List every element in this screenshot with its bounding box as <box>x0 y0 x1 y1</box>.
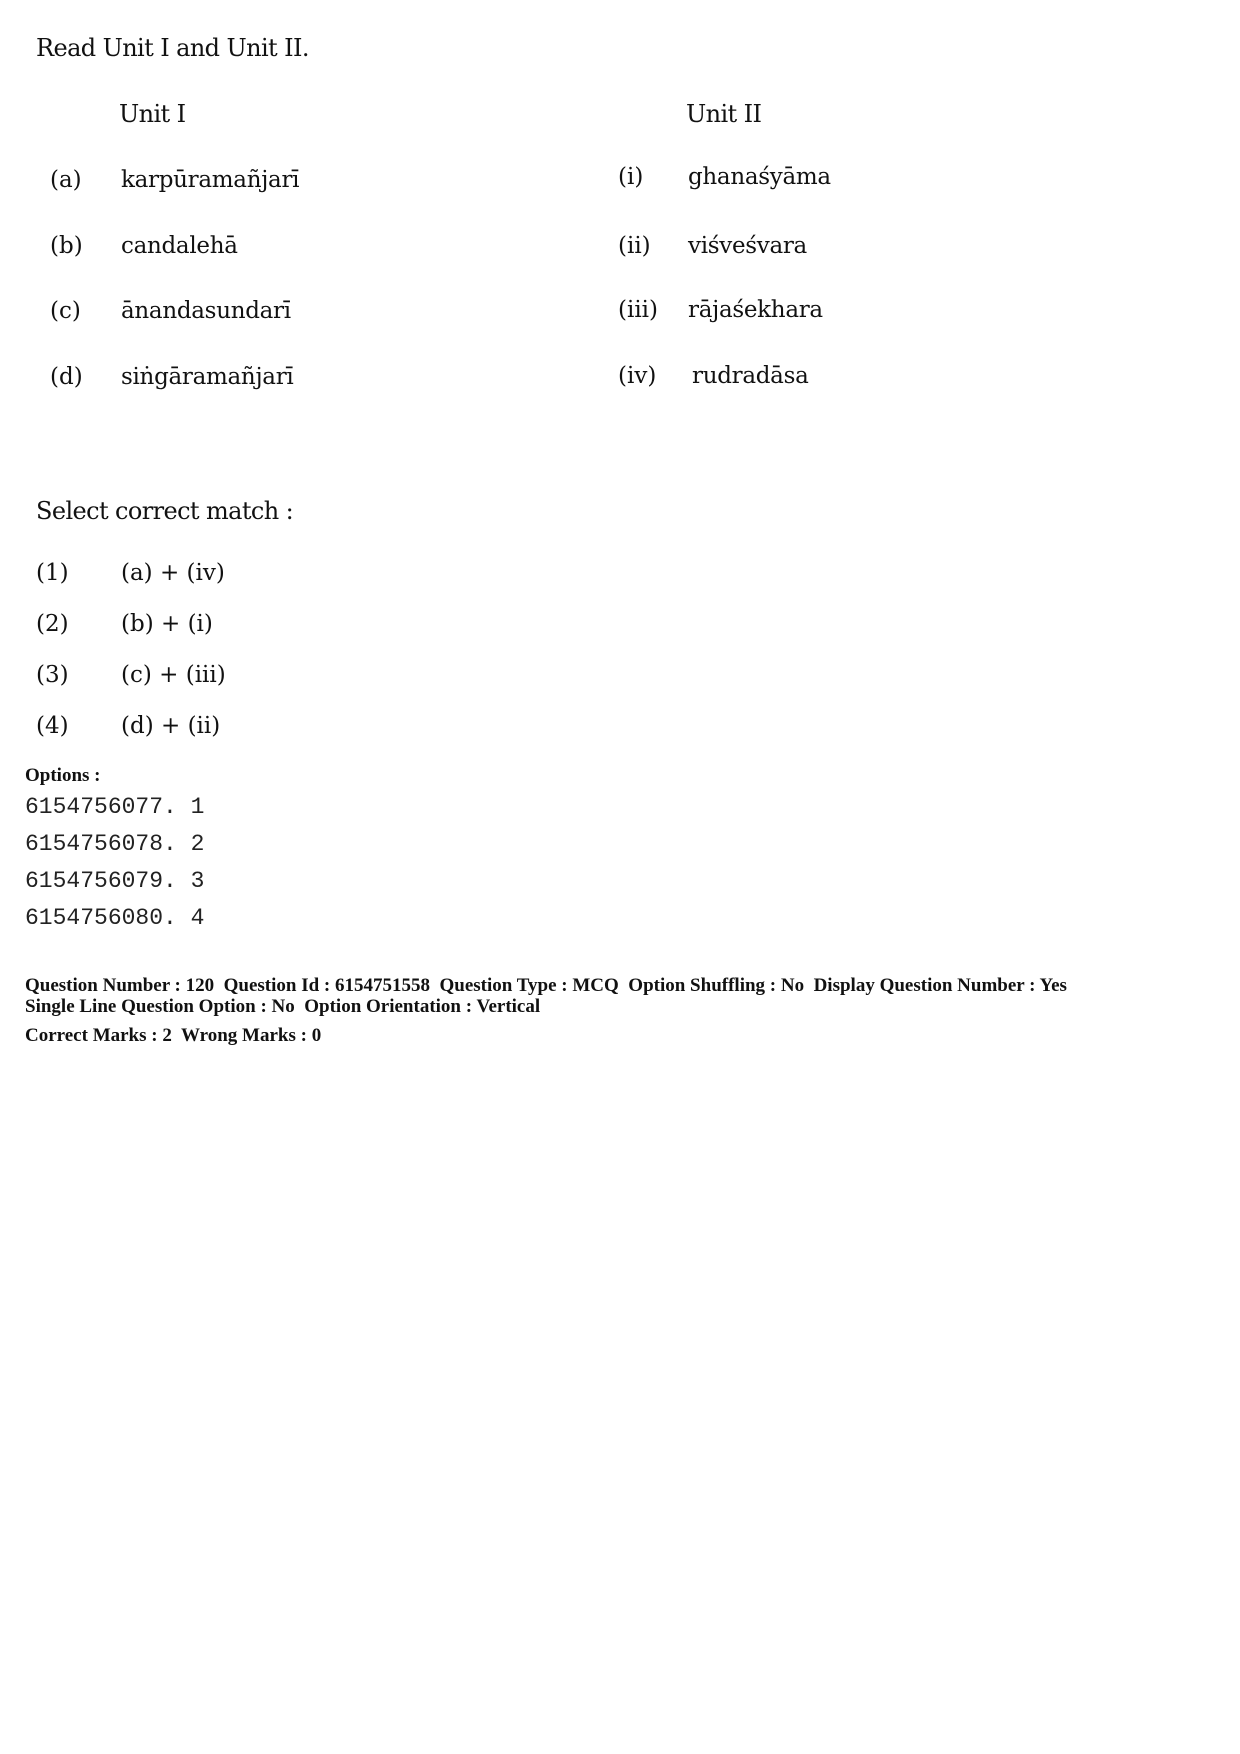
choice-label: (1) <box>36 560 69 586</box>
item-text: ghanaśyāma <box>688 164 831 190</box>
select-prompt: Select correct match : <box>36 497 294 525</box>
item-text: viśveśvara <box>688 233 807 259</box>
option-item: 6154756078. 2 <box>25 831 205 857</box>
option-item: 6154756079. 3 <box>25 868 205 894</box>
item-text: candalehā <box>121 233 238 259</box>
choice-text: (b) + (i) <box>121 611 213 637</box>
item-text: siṅgāramañjarī <box>121 364 294 390</box>
unit1-heading: Unit I <box>119 100 186 128</box>
choice-label: (3) <box>36 662 69 688</box>
options-heading: Options : <box>25 765 101 786</box>
unit2-heading: Unit II <box>686 100 762 128</box>
metadata-line-1: Question Number : 120 Question Id : 6154… <box>25 975 1067 996</box>
choice-label: (4) <box>36 713 69 739</box>
item-text: ānandasundarī <box>121 298 291 324</box>
item-label: (a) <box>50 167 82 193</box>
item-text: rudradāsa <box>692 363 809 389</box>
question-intro: Read Unit I and Unit II. <box>36 34 310 62</box>
item-label: (iv) <box>618 363 657 389</box>
choice-text: (d) + (ii) <box>121 713 221 739</box>
choice-text: (a) + (iv) <box>121 560 225 586</box>
option-item: 6154756077. 1 <box>25 794 205 820</box>
metadata-line-3: Correct Marks : 2 Wrong Marks : 0 <box>25 1025 322 1046</box>
item-label: (d) <box>50 364 83 390</box>
item-label: (i) <box>618 164 644 190</box>
item-label: (iii) <box>618 297 659 323</box>
choice-text: (c) + (iii) <box>121 662 226 688</box>
item-label: (c) <box>50 298 81 324</box>
choice-label: (2) <box>36 611 69 637</box>
item-text: rājaśekhara <box>688 297 823 323</box>
option-item: 6154756080. 4 <box>25 905 205 931</box>
item-label: (b) <box>50 233 83 259</box>
item-label: (ii) <box>618 233 651 259</box>
item-text: karpūramañjarī <box>121 167 300 193</box>
metadata-line-2: Single Line Question Option : No Option … <box>25 996 541 1017</box>
